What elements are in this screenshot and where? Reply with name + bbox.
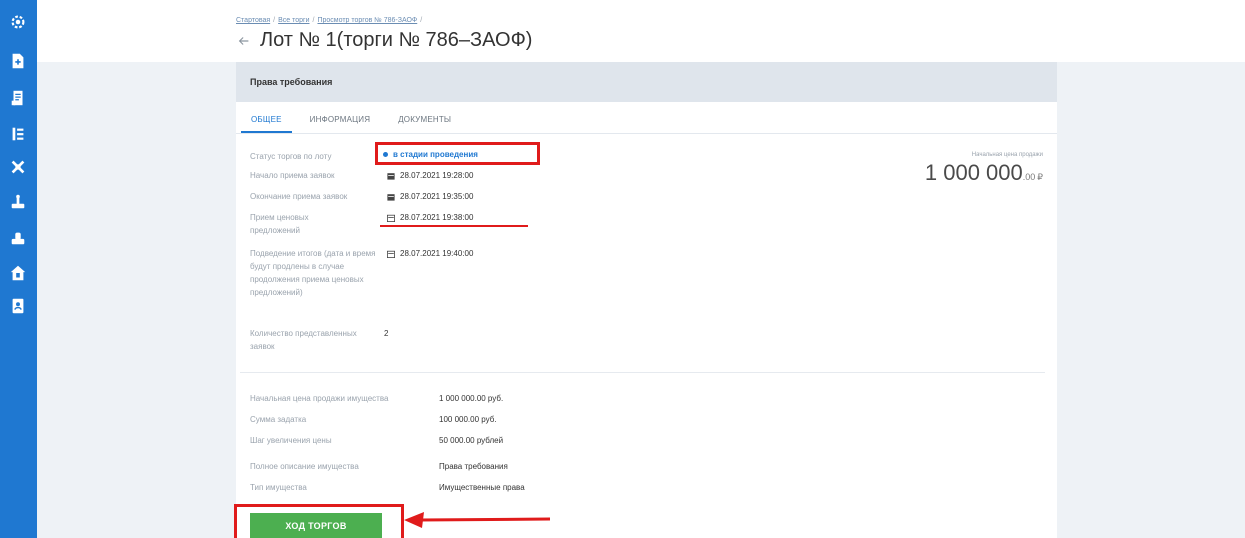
status-highlight-box: [375, 142, 540, 165]
deposit-value: 100 000.00 руб.: [439, 415, 497, 424]
status-label: Статус торгов по лоту: [250, 152, 332, 161]
price-label: Начальная цена продажи: [971, 152, 1043, 158]
document-add-icon[interactable]: [8, 51, 28, 71]
calendar-icon: [387, 172, 395, 180]
bids-date: 28.07.2021 19:38:00: [387, 211, 473, 224]
lot-card: Права требования ОБЩЕЕ ИНФОРМАЦИЯ ДОКУМЕ…: [236, 62, 1057, 538]
price-main: 1 000 000: [924, 160, 1023, 185]
page-title: Лот № 1(торги № 786–ЗАОФ): [260, 29, 533, 51]
type-label: Тип имущества: [250, 483, 307, 492]
summary-date: 28.07.2021 19:40:00: [387, 247, 473, 260]
price-cents: .00: [1022, 172, 1036, 182]
deposit-label: Сумма задатка: [250, 415, 307, 424]
summary-value: 28.07.2021 19:40:00: [400, 249, 474, 258]
price-currency: ₽: [1037, 172, 1043, 182]
bids-value: 28.07.2021 19:38:00: [400, 213, 474, 222]
card-header: Права требования: [236, 62, 1057, 102]
annotation-arrow: [402, 511, 552, 529]
end-label: Окончание приема заявок: [250, 192, 348, 201]
back-arrow-icon[interactable]: [236, 33, 252, 49]
calendar-icon: [387, 250, 395, 258]
scale-icon[interactable]: [8, 192, 28, 212]
title-row: Лот № 1(торги № 786–ЗАОФ): [236, 29, 532, 52]
list-icon[interactable]: [8, 124, 28, 144]
summary-label: Подведение итогов (дата и время будут пр…: [250, 249, 376, 297]
breadcrumb: Стартовая / Все торги / Просмотр торгов № 78…: [236, 17, 425, 24]
start-value: 28.07.2021 19:28:00: [400, 171, 474, 180]
calendar-icon: [387, 214, 395, 222]
start-label: Начало приема заявок: [250, 171, 335, 180]
bids-label: Прием ценовых предложений: [250, 213, 309, 235]
card-heading: Права требования: [250, 77, 333, 87]
section-divider: [240, 372, 1045, 373]
calendar-icon: [387, 193, 395, 201]
tab-documents[interactable]: ДОКУМЕНТЫ: [388, 115, 461, 133]
tools-icon[interactable]: [8, 157, 28, 177]
step-value: 50 000.00 рублей: [439, 436, 504, 445]
tab-information[interactable]: ИНФОРМАЦИЯ: [300, 115, 381, 133]
breadcrumb-home-link[interactable]: Стартовая: [236, 17, 270, 24]
breadcrumb-separator: /: [273, 17, 276, 24]
description-value: Права требования: [439, 462, 508, 471]
type-value: Имущественные права: [439, 483, 525, 492]
tab-bar: ОБЩЕЕ ИНФОРМАЦИЯ ДОКУМЕНТЫ: [236, 102, 1057, 134]
stamp-icon[interactable]: [8, 228, 28, 248]
tab-general[interactable]: ОБЩЕЕ: [241, 115, 292, 133]
start-date: 28.07.2021 19:28:00: [387, 169, 473, 182]
count-value: 2: [384, 329, 389, 338]
start-price-label: Начальная цена продажи имущества: [250, 394, 389, 403]
end-value: 28.07.2021 19:35:00: [400, 192, 474, 201]
breadcrumb-auction-view-link[interactable]: Просмотр торгов № 786-ЗАОФ: [317, 17, 417, 24]
top-bar: [37, 0, 1245, 62]
gear-icon[interactable]: [8, 12, 28, 32]
bids-underline: [380, 225, 528, 227]
receipt-icon[interactable]: [8, 88, 28, 108]
breadcrumb-separator: /: [312, 17, 315, 24]
description-label: Полное описание имущества: [250, 462, 359, 471]
start-price: 1 000 000.00 ₽: [925, 160, 1043, 186]
count-label: Количество представленных заявок: [250, 329, 357, 351]
start-price-value: 1 000 000.00 руб.: [439, 394, 504, 403]
breadcrumb-separator: /: [420, 17, 423, 24]
left-sidebar: [0, 0, 37, 538]
address-book-icon[interactable]: [8, 296, 28, 316]
breadcrumb-all-auctions-link[interactable]: Все торги: [278, 17, 309, 24]
end-date: 28.07.2021 19:35:00: [387, 190, 473, 203]
button-highlight-box: [234, 504, 404, 538]
step-label: Шаг увеличения цены: [250, 436, 332, 445]
home-lock-icon[interactable]: [8, 263, 28, 283]
